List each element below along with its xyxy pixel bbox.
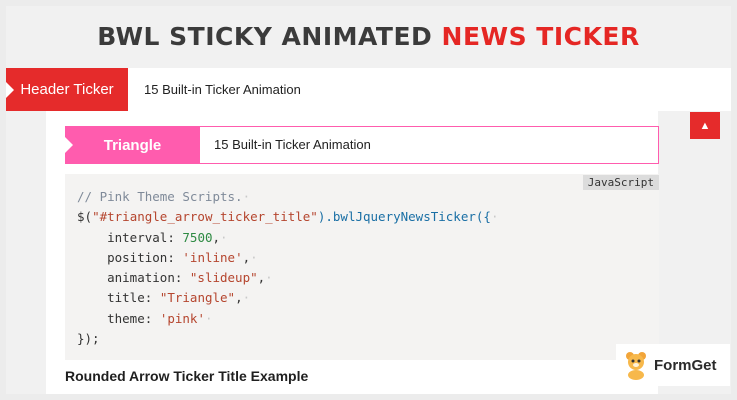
code-prop-value: "slideup" [189,270,258,286]
header-ticker-label-text: Header Ticker [20,81,114,98]
code-prop-key: position [107,249,168,265]
code-jquery: $( [77,209,93,225]
code-prop-value: 'inline' [182,249,243,265]
scroll-to-top-button[interactable]: ▲ [690,112,720,139]
code-prop-value: 7500 [182,229,213,245]
code-prop-key: title [107,290,145,306]
header-ticker: Header Ticker 15 Built-in Ticker Animati… [6,68,731,111]
title-accent: NEWS TICKER [441,22,640,51]
code-call: ).bwlJqueryNewsTicker({ [317,209,491,225]
section-heading: Rounded Arrow Ticker Title Example [65,368,309,384]
code-block: JavaScript // Pink Theme Scripts.· $("#t… [65,174,659,360]
code-prop-key: interval [107,229,168,245]
page-frame: BWL STICKY ANIMATED NEWS TICKER Header T… [6,6,731,394]
brand-badge: FormGet [616,344,730,386]
header-ticker-item[interactable]: 15 Built-in Ticker Animation [144,68,301,111]
code-prop-value: 'pink' [159,310,205,326]
triangle-ticker-item[interactable]: 15 Built-in Ticker Animation [214,127,371,163]
brand-name: FormGet [654,356,717,374]
code-lines: // Pink Theme Scripts.· $("#triangle_arr… [77,189,499,347]
code-prop-value: "Triangle" [159,290,236,306]
code-language-badge: JavaScript [582,175,659,190]
code-comment: // Pink Theme Scripts. [77,189,243,204]
code-prop-key: theme [107,310,145,326]
code-selector: "#triangle_arrow_ticker_title" [92,209,318,225]
triangle-ticker-label-text: Triangle [103,136,162,154]
triangle-ticker-label: Triangle [65,126,200,164]
title-main: BWL STICKY ANIMATED [97,22,433,51]
triangle-ticker: Triangle 15 Built-in Ticker Animation [65,126,659,164]
arrow-up-icon: ▲ [699,119,711,132]
formget-mascot-icon [623,350,649,380]
page-title: BWL STICKY ANIMATED NEWS TICKER [6,22,731,51]
code-closing: }); [77,331,100,347]
header-ticker-label: Header Ticker [6,68,128,111]
code-prop-key: animation [107,270,175,286]
